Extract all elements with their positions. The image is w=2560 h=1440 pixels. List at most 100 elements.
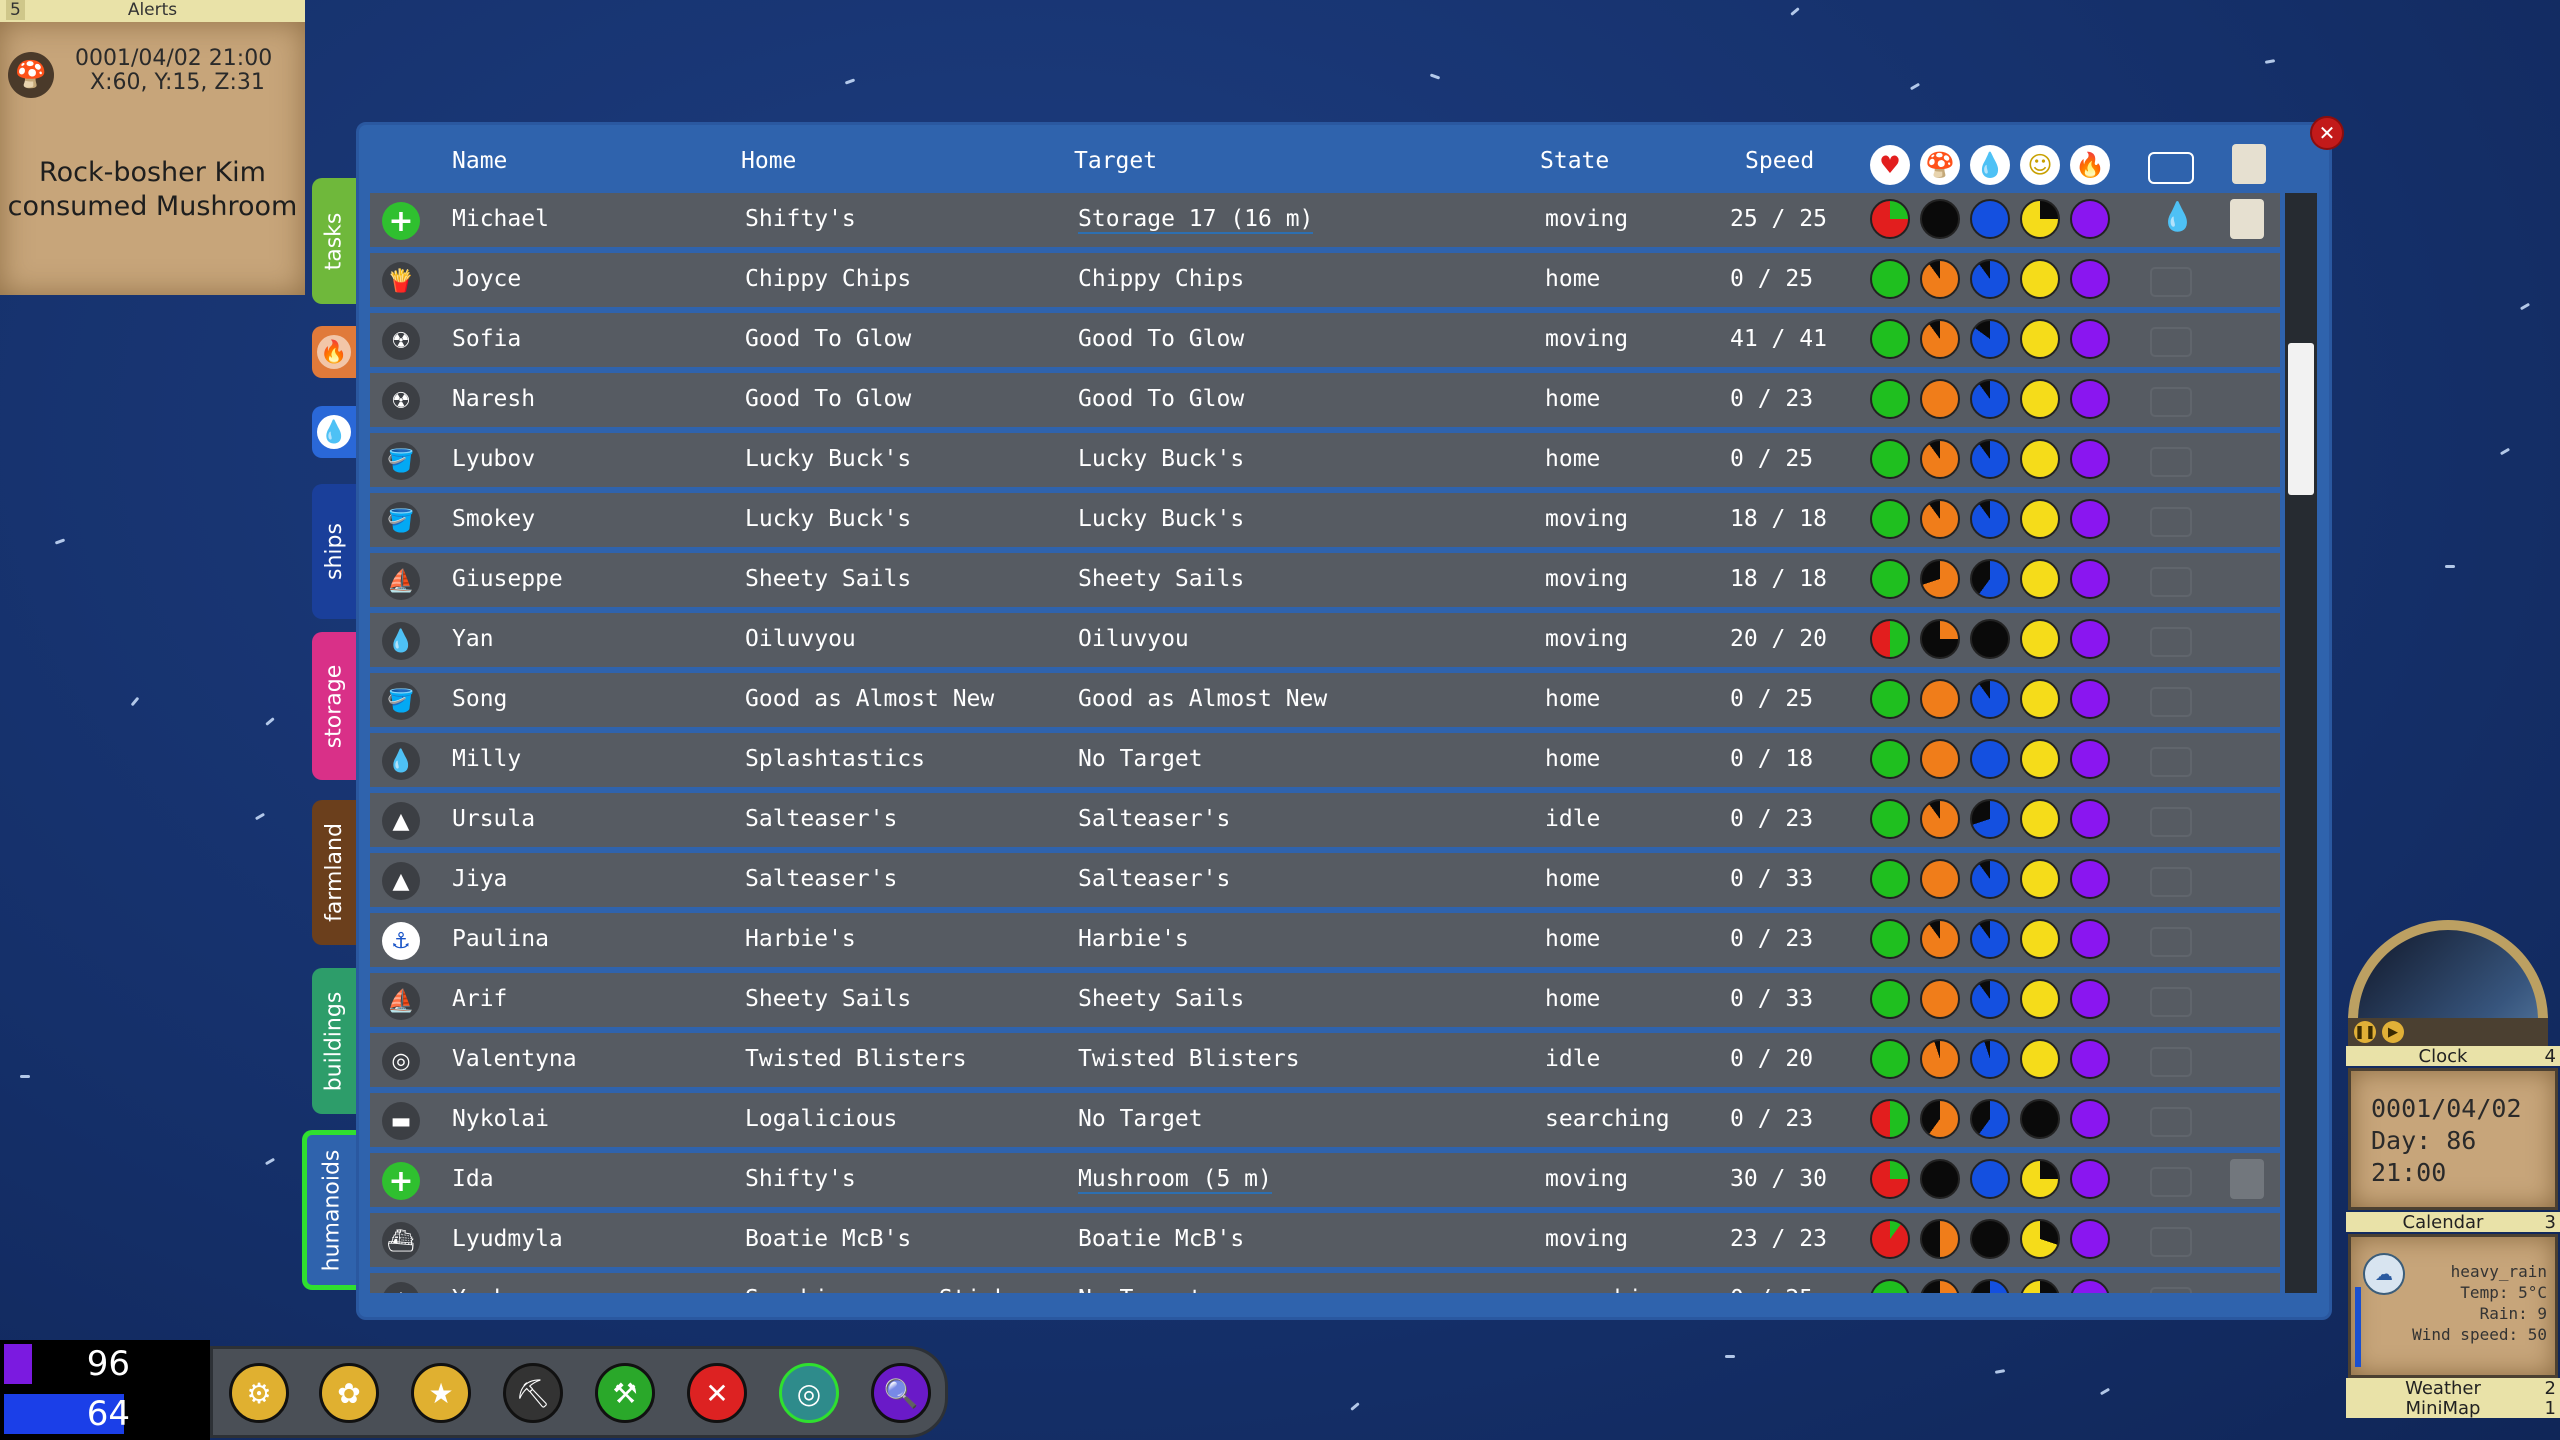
humanoid-home[interactable]: Sheety Sails — [745, 566, 911, 592]
tab-water[interactable]: 💧 — [312, 406, 356, 458]
needs-box-icon[interactable] — [2150, 927, 2192, 957]
log-icon[interactable]: ▬ — [382, 1102, 420, 1140]
boat-icon[interactable]: ⛴ — [382, 1222, 420, 1260]
tab-fire[interactable]: 🔥 — [312, 326, 356, 378]
settings-gear-icon[interactable]: ⚙ — [229, 1363, 289, 1423]
table-row[interactable]: ▲ Jiya Salteaser's Salteaser's home 0 / 33 — [370, 853, 2280, 907]
plus-icon[interactable]: + — [382, 202, 420, 240]
sail-icon[interactable]: ⛵ — [382, 562, 420, 600]
table-row[interactable]: 💧 Yan Oiluvyou Oiluvyou moving 20 / 20 — [370, 613, 2280, 667]
close-button[interactable]: ✕ — [2310, 116, 2344, 150]
humanoid-home[interactable]: Good To Glow — [745, 326, 911, 352]
needs-box-icon[interactable] — [2150, 747, 2192, 777]
alert-entry[interactable]: 🍄 0001/04/02 21:00 X:60, Y:15, Z:31 Rock… — [0, 22, 305, 295]
needs-box-icon[interactable] — [2150, 867, 2192, 897]
table-row[interactable]: 💧 Milly Splashtastics No Target home 0 / 18 — [370, 733, 2280, 787]
humanoid-home[interactable]: Lucky Buck's — [745, 506, 911, 532]
humanoid-home[interactable]: Shifty's — [745, 1166, 856, 1192]
fries-icon[interactable]: 🍟 — [382, 262, 420, 300]
build-tools-icon[interactable]: ⚒ — [595, 1363, 655, 1423]
table-row[interactable]: 🍟 Joyce Chippy Chips Chippy Chips home 0 / 25 — [370, 253, 2280, 307]
mining-pickaxe-icon[interactable]: ⛏ — [503, 1363, 563, 1423]
water-drop-icon[interactable]: 💧 — [1970, 145, 2010, 185]
column-header-name[interactable]: Name — [452, 148, 507, 174]
needs-box-icon[interactable] — [2150, 627, 2192, 657]
scroll-icon[interactable] — [2232, 144, 2266, 184]
humanoid-home[interactable]: Lucky Buck's — [745, 446, 911, 472]
column-header-state[interactable]: State — [1540, 148, 1609, 174]
humanoid-target[interactable]: Good To Glow — [1078, 326, 1244, 352]
table-row[interactable]: + Ida Shifty's Mushroom (5 m) moving 30 / 30 — [370, 1153, 2280, 1207]
humanoid-home[interactable]: Good To Glow — [745, 386, 911, 412]
column-header-target[interactable]: Target — [1074, 148, 1157, 174]
oil-drop-icon[interactable]: 💧 — [382, 622, 420, 660]
tab-buildings[interactable]: buildings — [312, 968, 356, 1114]
humanoid-target[interactable]: Twisted Blisters — [1078, 1046, 1300, 1072]
humanoid-home[interactable]: Oiluvyou — [745, 626, 856, 652]
minimap-label[interactable]: MiniMap 1 — [2346, 1398, 2560, 1419]
needs-box-icon[interactable] — [2150, 447, 2192, 477]
humanoid-home[interactable]: Twisted Blisters — [745, 1046, 967, 1072]
search-magnifier-icon[interactable]: 🔍 — [871, 1363, 931, 1423]
humanoid-target[interactable]: Storage 17 (16 m) — [1078, 206, 1314, 234]
humanoid-home[interactable]: Boatie McB's — [745, 1226, 911, 1252]
scrollbar-thumb[interactable] — [2288, 343, 2314, 495]
achievements-ribbon-icon[interactable]: ✿ — [319, 1363, 379, 1423]
pause-icon[interactable]: ❚❚ — [2354, 1021, 2376, 1043]
humanoid-home[interactable]: Splashtastics — [745, 746, 925, 772]
table-row[interactable]: ⛵ Arif Sheety Sails Sheety Sails home 0 / 33 — [370, 973, 2280, 1027]
bucket-icon[interactable]: 🪣 — [382, 682, 420, 720]
humanoid-home[interactable]: Salteaser's — [745, 866, 897, 892]
star-icon[interactable]: ★ — [411, 1363, 471, 1423]
humanoid-target[interactable]: Chippy Chips — [1078, 266, 1244, 292]
needs-box-icon[interactable] — [2148, 152, 2194, 184]
table-row[interactable]: 🪣 Lyubov Lucky Buck's Lucky Buck's home 0 / 2… — [370, 433, 2280, 487]
humanoid-home[interactable]: Sheety Sails — [745, 986, 911, 1012]
needs-box-icon[interactable] — [2150, 1167, 2192, 1197]
humanoid-target[interactable]: Lucky Buck's — [1078, 446, 1244, 472]
table-row[interactable]: ▬ Nykolai Logalicious No Target searching 0 /… — [370, 1093, 2280, 1147]
needs-box-icon[interactable] — [2150, 327, 2192, 357]
humanoid-target[interactable]: Lucky Buck's — [1078, 506, 1244, 532]
humanoid-target[interactable]: Salteaser's — [1078, 866, 1230, 892]
needs-box-icon[interactable] — [2150, 267, 2192, 297]
table-row[interactable]: ☢ Naresh Good To Glow Good To Glow home 0 / 2… — [370, 373, 2280, 427]
humanoid-target[interactable]: No Target — [1078, 746, 1203, 772]
humanoid-home[interactable]: Logalicious — [745, 1106, 897, 1132]
play-icon[interactable]: ▶ — [2382, 1021, 2404, 1043]
humanoid-target[interactable]: Good as Almost New — [1078, 686, 1327, 712]
calendar-label[interactable]: Calendar 3 — [2346, 1212, 2560, 1233]
humanoid-target[interactable]: Boatie McB's — [1078, 1226, 1244, 1252]
tab-ships[interactable]: ships — [312, 484, 356, 619]
needs-box-icon[interactable] — [2150, 987, 2192, 1017]
column-header-speed[interactable]: Speed — [1745, 148, 1814, 174]
sail-icon[interactable]: ⛵ — [382, 982, 420, 1020]
humanoid-home[interactable]: Chippy Chips — [745, 266, 911, 292]
table-row[interactable]: 🪣 Smokey Lucky Buck's Lucky Buck's moving 18 … — [370, 493, 2280, 547]
radiation-icon[interactable]: ☢ — [382, 382, 420, 420]
humanoid-target[interactable]: Salteaser's — [1078, 806, 1230, 832]
humanoid-target[interactable]: No Target — [1078, 1106, 1203, 1132]
list-scrollbar[interactable] — [2285, 193, 2317, 1293]
table-row[interactable]: ⛴ Lyudmyla Boatie McB's Boatie McB's moving 2… — [370, 1213, 2280, 1267]
humanoid-home[interactable]: Good as Almost New — [745, 686, 994, 712]
humanoid-target[interactable]: Harbie's — [1078, 926, 1189, 952]
needs-box-icon[interactable] — [2150, 1227, 2192, 1257]
table-row[interactable]: + Michael Shifty's Storage 17 (16 m) moving 2… — [370, 193, 2280, 247]
humanoid-home[interactable]: Shifty's — [745, 206, 856, 232]
food-mushroom-icon[interactable]: 🍄 — [1920, 145, 1960, 185]
plus-icon[interactable]: + — [382, 1162, 420, 1200]
humanoid-target[interactable]: Good To Glow — [1078, 386, 1244, 412]
humanoid-home[interactable]: Sunshine on a Stick — [745, 1286, 1008, 1293]
table-row[interactable]: ◎ Valentyna Twisted Blisters Twisted Bliste… — [370, 1033, 2280, 1087]
humanoid-target[interactable]: Sheety Sails — [1078, 986, 1244, 1012]
table-row[interactable]: ☢ Sofia Good To Glow Good To Glow moving 41 /… — [370, 313, 2280, 367]
table-row[interactable]: ☀ Yuuka Sunshine on a Stick No Target search… — [370, 1273, 2280, 1293]
water-drop-icon[interactable]: 💧 — [2160, 200, 2195, 233]
scroll-icon[interactable] — [2230, 1159, 2264, 1199]
humanoid-target[interactable]: Sheety Sails — [1078, 566, 1244, 592]
needs-box-icon[interactable] — [2150, 567, 2192, 597]
tab-farmland[interactable]: farmland — [312, 800, 356, 945]
overview-globe-icon[interactable]: ◎ — [779, 1363, 839, 1423]
cancel-x-icon[interactable]: ✕ — [687, 1363, 747, 1423]
